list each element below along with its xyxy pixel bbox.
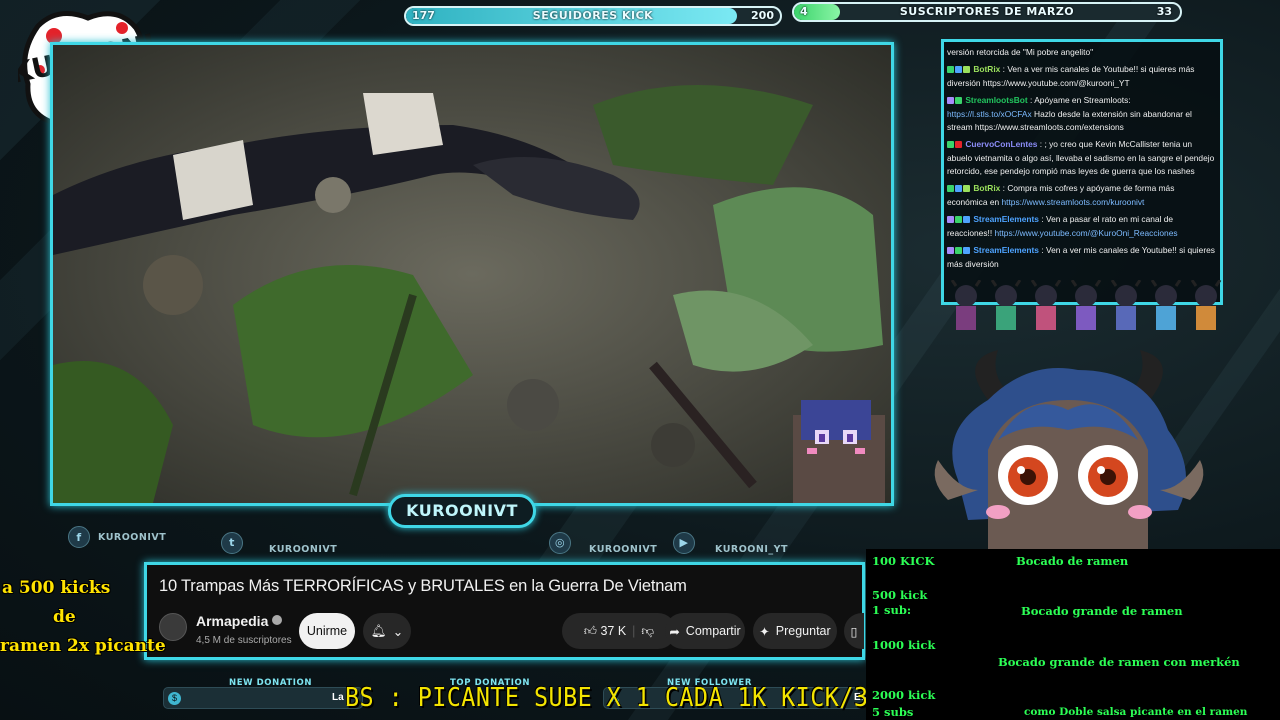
donation-panel: $ La	[163, 687, 363, 709]
reward-description: como Doble salsa picante en el ramen	[1024, 706, 1248, 718]
sparkle-icon: ✦	[759, 624, 770, 639]
chat-message: CuervoConLentes : ; yo creo que Kevin Mc…	[947, 139, 1215, 176]
chat-username[interactable]: CuervoConLentes	[965, 139, 1037, 149]
dislike-icon[interactable]: 👎︎	[641, 624, 654, 639]
youtube-icon: ▶	[673, 531, 695, 554]
chat-message: BotRix : Compra mis cofres y apóyame de …	[947, 183, 1175, 207]
reward-requirement: 1 sub:	[872, 603, 912, 617]
video-frame-scene	[53, 45, 891, 503]
followers-goal: 200	[751, 9, 774, 22]
reward-requirement: 100 KICK	[872, 554, 935, 568]
share-button[interactable]: ➦ Compartir	[665, 613, 745, 649]
channel-name-pill: KUROONIVT	[388, 494, 536, 528]
subscribers-goal-bar: 4 SUSCRIPTORES DE MARZO 33	[792, 2, 1182, 22]
like-dislike-group: 👍︎ 37 K | 👎︎	[562, 613, 676, 649]
youtube-video-info: 10 Trampas Más TERRORÍFICAS y BRUTALES e…	[144, 562, 865, 660]
badge-icons	[947, 95, 963, 108]
chat-message: BotRix : Ven a ver mis canales de Youtub…	[947, 64, 1195, 88]
reward-requirement: 5 subs	[872, 705, 914, 719]
left-overlay-line1: a 500 kicks	[2, 578, 111, 598]
mini-avatars-row	[950, 280, 1222, 330]
chat-username[interactable]: BotRix	[973, 64, 1000, 74]
chevron-down-icon: ⌄	[392, 624, 404, 639]
chat-username[interactable]: StreamElements	[973, 214, 1039, 224]
reward-requirement: 2000 kick	[872, 688, 936, 702]
verified-icon	[272, 615, 283, 625]
social-handle: KUROONIVT	[269, 544, 338, 555]
twitter-icon: t	[221, 531, 243, 554]
facebook-icon: f	[68, 526, 90, 548]
social-handle: KUROONIVT	[98, 531, 167, 543]
subscribers-label: SUSCRIPTORES DE MARZO	[899, 5, 1075, 18]
badge-icons	[947, 64, 971, 77]
instagram-icon: ◎	[549, 531, 571, 554]
chat-username[interactable]: BotRix	[973, 183, 1000, 193]
social-instagram[interactable]: ◎ KUROONIVT	[549, 530, 657, 555]
bell-icon: 🔔︎	[370, 623, 387, 638]
social-youtube[interactable]: ▶ KUROONI_YT	[673, 530, 788, 555]
chat-message-text: versión retorcida de "Mi pobre angelito"	[947, 47, 1094, 57]
stream-overlay: KUROONI ONI VT 177 SEGUIDORES KICK 200 4…	[0, 0, 1280, 720]
reward-description: Bocado grande de ramen con merkén	[998, 655, 1240, 669]
chat-message: StreamlootsBot : Apóyame en Streamloots:…	[947, 95, 1192, 132]
left-overlay-line3: ramen 2x picante	[0, 636, 166, 656]
social-facebook[interactable]: f KUROONIVT	[68, 526, 166, 548]
social-twitter[interactable]: t KUROONIVT	[221, 530, 337, 555]
like-button[interactable]: 👍︎ 37 K	[584, 624, 626, 639]
subscriber-count: 4,5 M de suscriptores	[196, 635, 292, 646]
ask-button[interactable]: ✦ Preguntar	[753, 613, 837, 649]
chat-username[interactable]: StreamElements	[973, 245, 1039, 255]
chat-panel[interactable]: versión retorcida de "Mi pobre angelito"…	[941, 39, 1223, 305]
chat-message: versión retorcida de "Mi pobre angelito"	[947, 46, 1216, 59]
reward-description: Bocado de ramen	[1016, 554, 1129, 568]
rewards-panel: 100 KICK Bocado de ramen 500 kick 1 sub:…	[866, 549, 1280, 720]
reward-description: Bocado grande de ramen	[1021, 604, 1183, 618]
scrolling-ticker: BS : PICANTE SUBE X 1 CADA 1K KICK/3 SU	[345, 683, 912, 713]
chat-message-text: Apóyame en Streamloots:	[1034, 95, 1131, 105]
followers-goal-bar: 177 SEGUIDORES KICK 200	[404, 6, 782, 26]
video-player[interactable]	[50, 42, 894, 506]
social-handle: KUROONIVT	[589, 544, 658, 555]
video-title: 10 Trampas Más TERRORÍFICAS y BRUTALES e…	[159, 577, 687, 595]
social-handle: KUROONI_YT	[715, 544, 788, 555]
subscribers-goal: 33	[1156, 5, 1172, 18]
chat-link[interactable]: https://l.stls.to/xOCFAx	[947, 109, 1032, 119]
badge-icons	[947, 139, 963, 152]
save-button[interactable]: ▯	[844, 613, 864, 649]
badge-icons	[947, 245, 971, 258]
left-overlay-line2: de	[53, 607, 76, 627]
chat-username[interactable]: StreamlootsBot	[965, 95, 1027, 105]
chat-message: StreamElements : Ven a ver mis canales d…	[947, 245, 1215, 269]
donation-icon: $	[168, 692, 181, 705]
donation-partial-text: La	[332, 692, 344, 703]
followers-label: SEGUIDORES KICK	[532, 9, 654, 22]
reward-requirement: 1000 kick	[872, 638, 936, 652]
notifications-button[interactable]: 🔔︎ ⌄	[363, 613, 411, 649]
join-button[interactable]: Unirme	[299, 613, 355, 649]
bookmark-icon: ▯	[850, 624, 858, 639]
chat-link[interactable]: https://www.streamloots.com/kuroonivt	[1001, 197, 1144, 207]
chat-message: StreamElements : Ven a pasar el rato en …	[947, 214, 1178, 238]
vtuber-avatar	[934, 350, 1204, 552]
share-icon: ➦	[669, 624, 680, 639]
chat-link[interactable]: https://www.youtube.com/@KuroOni_Reaccio…	[994, 228, 1177, 238]
reward-requirement: 500 kick	[872, 588, 928, 602]
badge-icons	[947, 183, 971, 196]
channel-name[interactable]: Armapedia	[196, 613, 283, 629]
badge-icons	[947, 214, 971, 227]
